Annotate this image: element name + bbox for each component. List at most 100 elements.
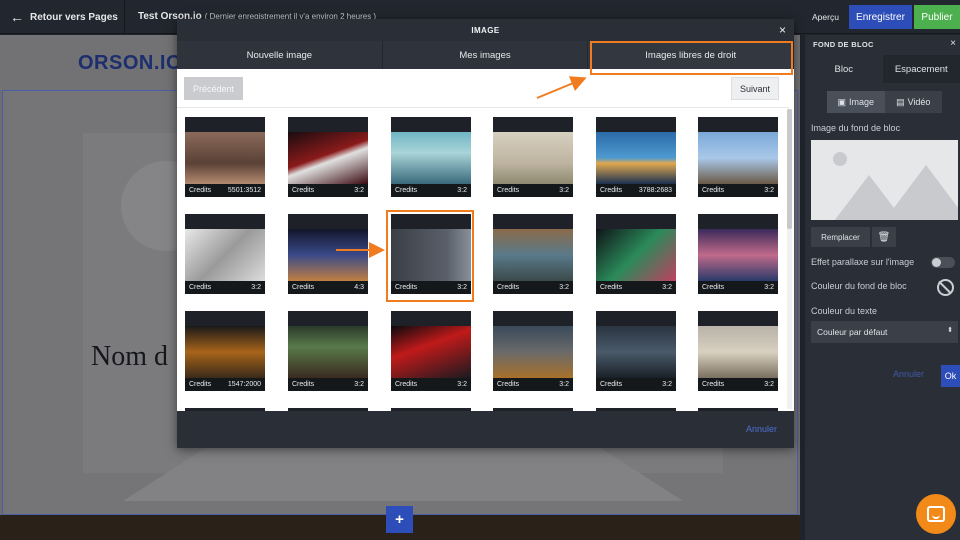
credits-label[interactable]: Credits [189,284,211,291]
arrow-left-icon: ← [10,9,24,25]
image-thumbnail[interactable]: Credits 3:2 [493,214,573,294]
divider [177,107,789,108]
panel-cancel-button[interactable]: Annuler [893,369,924,379]
preview-button[interactable]: Aperçu [812,12,839,22]
tab-bloc[interactable]: Bloc [805,55,883,83]
thumbnail-caption: Credits 3:2 [493,281,573,294]
close-icon[interactable]: × [950,38,956,49]
credits-label[interactable]: Credits [702,381,724,388]
thumbnail-photo [493,326,573,378]
thumbnail-photo [596,132,676,184]
chat-support-button[interactable] [916,494,956,534]
image-thumbnail[interactable]: Credits 3:2 [698,117,778,197]
credits-label[interactable]: Credits [600,284,622,291]
credits-label[interactable]: Credits [189,381,211,388]
no-color-icon[interactable] [937,279,954,296]
credits-label[interactable]: Credits [702,187,724,194]
thumbnail-caption: Credits 3:2 [493,378,573,391]
thumbnail-caption: Credits 3:2 [185,281,265,294]
modal-footer: Annuler [177,411,794,448]
image-thumbnail[interactable]: Credits 3:2 [698,311,778,391]
media-type-toggle: ▣ Image ▤ Vidéo [827,91,942,113]
media-image-label: Image [849,97,875,107]
text-color-select[interactable]: Couleur par défaut ⬍ [811,321,958,343]
credits-label[interactable]: Credits [395,187,417,194]
aspect-ratio-label: 3:2 [764,284,774,291]
bg-image-label: Image du fond de bloc [811,123,901,133]
previous-button[interactable]: Précédent [184,77,243,100]
trash-icon[interactable]: 🗑 [872,227,896,247]
credits-label[interactable]: Credits [292,381,314,388]
aspect-ratio-label: 3:2 [354,187,364,194]
credits-label[interactable]: Credits [497,284,519,291]
panel-title: FOND DE BLOC [813,40,874,49]
credits-label[interactable]: Credits [497,187,519,194]
next-button[interactable]: Suivant [731,77,779,100]
credits-label[interactable]: Credits [395,381,417,388]
credits-label[interactable]: Credits [702,284,724,291]
image-thumbnail[interactable]: Credits 3:2 [288,311,368,391]
aspect-ratio-label: 3:2 [559,284,569,291]
thumbnail-photo [698,326,778,378]
scrollbar-thumb[interactable] [787,109,792,229]
tab-my-images[interactable]: Mes images [383,41,589,69]
credits-label[interactable]: Credits [497,381,519,388]
thumbnail-photo [698,132,778,184]
thumbnail-caption: Credits 3:2 [493,184,573,197]
image-thumbnail[interactable]: Credits 3:2 [288,117,368,197]
credits-label[interactable]: Credits [600,187,622,194]
credits-label[interactable]: Credits [189,187,211,194]
aspect-ratio-label: 3:2 [764,381,774,388]
scrollbar[interactable] [787,109,792,409]
image-thumbnail[interactable]: Credits 3:2 [391,311,471,391]
panel-ok-button[interactable]: Ok [941,365,960,387]
close-icon[interactable]: × [779,23,786,37]
aspect-ratio-label: 5501:3512 [227,187,261,194]
thumbnail-caption: Credits 3:2 [391,378,471,391]
image-thumbnail[interactable]: Credits 3:2 [698,214,778,294]
credits-label[interactable]: Credits [292,284,314,291]
placeholder-mountain [881,165,958,220]
block-heading[interactable]: Nom d [91,341,168,373]
parallax-label: Effet parallaxe sur l'image [811,257,915,267]
placeholder-sun [833,152,847,166]
thumbnail-photo [493,132,573,184]
image-thumbnail[interactable]: Credits 3:2 [493,117,573,197]
back-to-pages-link[interactable]: ← Retour vers Pages [10,0,118,34]
image-thumbnail[interactable]: Credits 3788:2683 [596,117,676,197]
media-image-option[interactable]: ▣ Image [827,91,885,113]
tab-espacement[interactable]: Espacement [882,55,960,83]
tab-new-image[interactable]: Nouvelle image [177,41,383,69]
credits-label[interactable]: Credits [600,381,622,388]
image-icon: ▣ [837,96,846,107]
parallax-toggle[interactable] [931,257,955,268]
replace-image-button[interactable]: Remplacer [811,227,870,247]
media-video-option[interactable]: ▤ Vidéo [884,91,942,113]
thumbnail-photo [288,229,368,281]
image-thumbnail[interactable]: Credits 3:2 [596,214,676,294]
image-thumbnail[interactable]: Credits 1547:2000 [185,311,265,391]
image-thumbnail[interactable]: Credits 4:3 [288,214,368,294]
image-thumbnail[interactable]: Credits 5501:3512 [185,117,265,197]
thumbnail-caption: Credits 3:2 [596,281,676,294]
image-thumbnail[interactable]: Credits 3:2 [493,311,573,391]
image-thumbnail[interactable]: Credits 3:2 [391,117,471,197]
modal-cancel-button[interactable]: Annuler [746,424,777,434]
back-label: Retour vers Pages [30,11,118,23]
thumbnail-photo [493,229,573,281]
image-thumbnail[interactable]: Credits 3:2 [596,311,676,391]
thumbnail-photo [596,326,676,378]
aspect-ratio-label: 3:2 [354,381,364,388]
aspect-ratio-label: 3:2 [457,187,467,194]
save-button[interactable]: Enregistrer [849,5,912,29]
image-modal: IMAGE × Nouvelle image Mes images Images… [177,19,795,448]
bg-image-preview[interactable] [811,140,958,220]
add-block-button[interactable]: + [386,506,413,533]
media-video-label: Vidéo [907,97,931,107]
text-color-label: Couleur du texte [811,306,878,316]
credits-label[interactable]: Credits [292,187,314,194]
thumbnail-photo [288,326,368,378]
publish-button[interactable]: Publier [914,5,960,29]
image-thumbnail[interactable]: Credits 3:2 [185,214,265,294]
thumbnail-photo [185,132,265,184]
